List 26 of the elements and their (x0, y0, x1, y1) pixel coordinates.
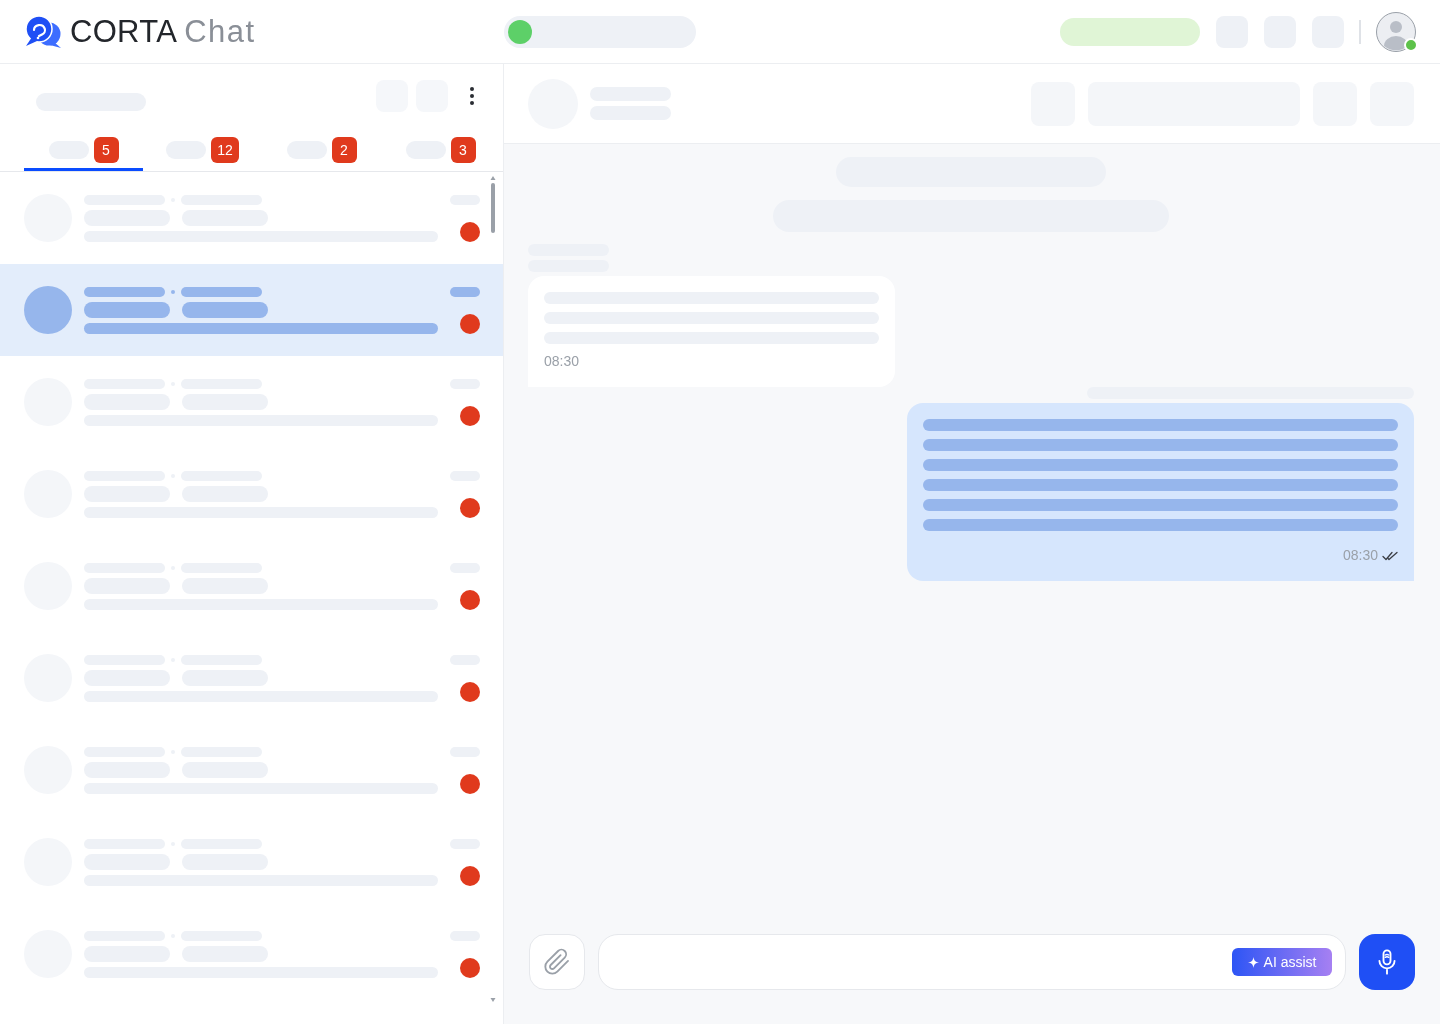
paperclip-icon (543, 948, 571, 976)
logo-icon (24, 14, 62, 49)
unread-count-badge: 12 (211, 136, 239, 163)
sparkle-icon (1247, 956, 1259, 968)
scrollbar[interactable] (490, 176, 496, 1002)
skeleton-line (450, 286, 480, 297)
attach-button[interactable] (529, 934, 585, 990)
avatar-silhouette-icon[interactable] (1376, 11, 1416, 52)
ai-assist-button[interactable]: AI assist (1232, 948, 1332, 976)
tab[interactable]: 2 (262, 128, 381, 171)
unread-count-badge: 3 (450, 136, 476, 163)
logo-brand-text: CORTA (70, 13, 178, 50)
message-input-field[interactable]: AI assist (598, 934, 1346, 990)
unread-count-badge: 5 (93, 136, 119, 163)
skeleton-avatar (24, 286, 72, 334)
conversation-item[interactable] (0, 264, 503, 356)
tab[interactable]: 12 (143, 128, 262, 171)
message-time: 08:30 (1342, 547, 1378, 564)
separator-dot-icon (171, 289, 175, 294)
tab[interactable]: 3 (381, 128, 500, 171)
logo-product-text: Chat (184, 13, 256, 50)
unread-count-badge: 2 (331, 136, 357, 163)
tab[interactable]: 5 (24, 128, 143, 171)
microphone-button[interactable] (1359, 934, 1415, 990)
more-options-icon[interactable] (470, 87, 474, 105)
message-time: 08:30 (544, 353, 580, 370)
